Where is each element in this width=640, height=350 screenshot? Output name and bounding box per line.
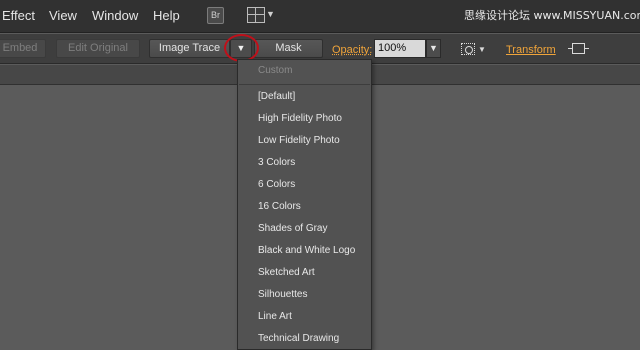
highlight-circle — [224, 34, 259, 62]
chevron-down-icon[interactable]: ▼ — [266, 9, 275, 19]
menu-item-silhouettes[interactable]: Silhouettes — [258, 289, 307, 300]
edit-original-button[interactable]: Edit Original — [56, 39, 140, 58]
menu-item-line-art[interactable]: Line Art — [258, 311, 292, 322]
menu-bar: Effect View Window Help Br ▼ 思缘设计论坛 www.… — [0, 0, 640, 33]
menu-item-sketched-art[interactable]: Sketched Art — [258, 267, 315, 278]
trace-preset-menu: Custom [Default] High Fidelity Photo Low… — [237, 59, 372, 350]
menu-item-6-colors[interactable]: 6 Colors — [258, 179, 295, 190]
workspace-switcher-icon[interactable] — [247, 7, 265, 23]
menu-item-shades-of-gray[interactable]: Shades of Gray — [258, 223, 327, 234]
menu-item-16-colors[interactable]: 16 Colors — [258, 201, 301, 212]
menu-effect[interactable]: Effect — [2, 8, 35, 23]
menu-item-high-fidelity-photo[interactable]: High Fidelity Photo — [258, 113, 342, 124]
chevron-down-icon[interactable]: ▼ — [478, 45, 486, 54]
menu-help[interactable]: Help — [153, 8, 180, 23]
menu-item-3-colors[interactable]: 3 Colors — [258, 157, 295, 168]
mask-button[interactable]: Mask — [254, 39, 323, 58]
bridge-icon[interactable]: Br — [207, 7, 224, 24]
menu-item-technical-drawing[interactable]: Technical Drawing — [258, 333, 339, 344]
watermark-text: 思缘设计论坛 www.MISSYUAN.com — [464, 9, 640, 22]
image-trace-button[interactable]: Image Trace — [149, 39, 230, 58]
menu-item-default[interactable]: [Default] — [258, 91, 295, 102]
embed-button[interactable]: Embed — [0, 39, 46, 58]
opacity-input[interactable]: 100% — [374, 39, 426, 58]
opacity-dropdown-icon[interactable]: ▼ — [426, 39, 441, 58]
menu-window[interactable]: Window — [92, 8, 138, 23]
menu-item-low-fidelity-photo[interactable]: Low Fidelity Photo — [258, 135, 340, 146]
menu-view[interactable]: View — [49, 8, 77, 23]
menu-divider — [239, 84, 370, 85]
transform-link[interactable]: Transform — [506, 44, 556, 56]
opacity-label[interactable]: Opacity: — [332, 44, 372, 56]
align-icon[interactable] — [461, 43, 475, 55]
isolate-icon[interactable] — [568, 43, 589, 54]
menu-item-custom: Custom — [258, 65, 293, 76]
menu-item-black-and-white-logo[interactable]: Black and White Logo — [258, 245, 355, 256]
